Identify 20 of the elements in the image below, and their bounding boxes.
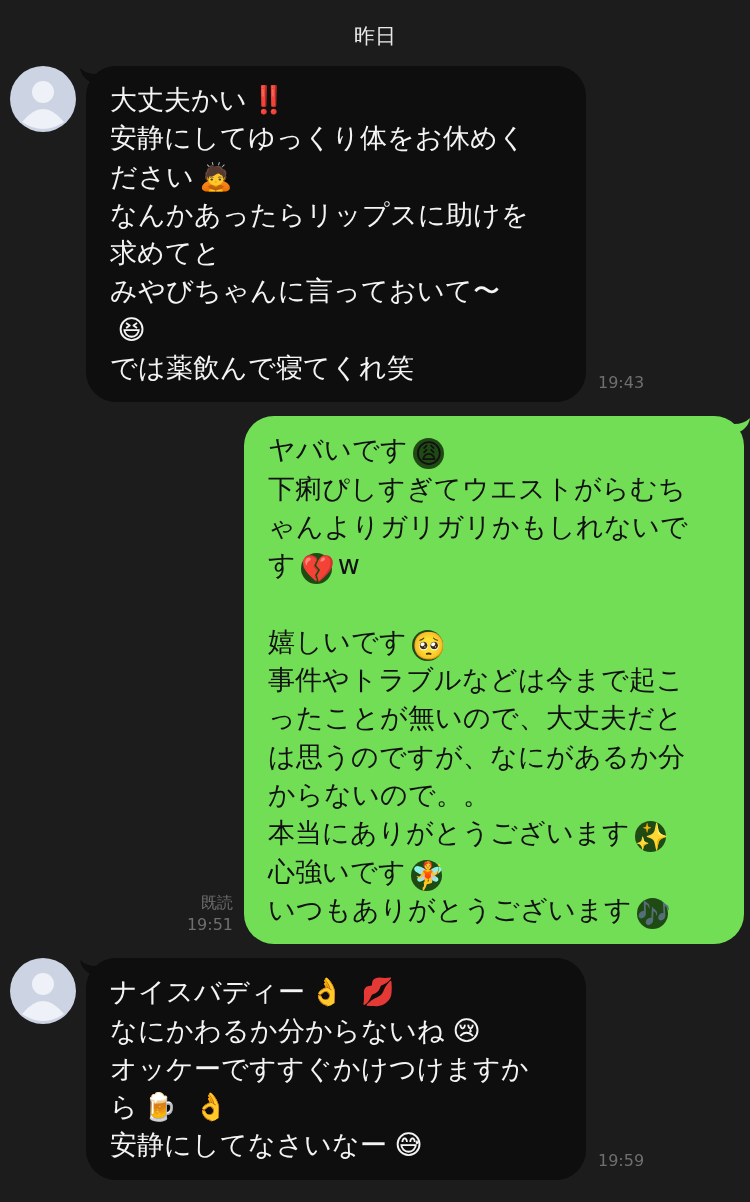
message-text: オッケーですすぐかけつけますから🍺 👌 bbox=[110, 1051, 530, 1125]
message-text: では薬飲んで寝てくれ笑 bbox=[110, 351, 415, 386]
message-text: 安静にしてゆっくり体をお休めください🙇 bbox=[110, 121, 527, 194]
message-text: なにかわるか分からないね😢 bbox=[110, 1013, 482, 1048]
avatar-icon[interactable] bbox=[10, 66, 76, 132]
message-time: 19:43 bbox=[598, 372, 645, 395]
message-time: 19:59 bbox=[598, 1149, 645, 1172]
message-text: 嬉しいです🥺 bbox=[268, 624, 448, 662]
message-text: ヤバいです😩 bbox=[268, 433, 446, 470]
date-label: 昨日 bbox=[354, 24, 396, 48]
avatar-icon[interactable] bbox=[10, 958, 76, 1025]
message-text: 安静にしてなさいなー😅 bbox=[110, 1128, 424, 1163]
message-text: 大丈夫かい‼ bbox=[110, 83, 287, 117]
message-text: 心強いです🧚 bbox=[268, 854, 447, 891]
message-time: 19:51 bbox=[186, 914, 233, 937]
message-text: 事件やトラブルなどは今まで起こったことが無いので、大丈夫だとは思うのですが、なにがあるか分からないので。。 bbox=[268, 663, 686, 813]
read-receipt: 既読 bbox=[201, 892, 233, 915]
message-text: ナイスバディー👌 💋 bbox=[110, 975, 397, 1010]
message-text: なんかあったらリップスに助けを求めてと bbox=[110, 197, 530, 271]
message-text: みやびちゃんに言っておいて〜😆 bbox=[110, 274, 501, 347]
